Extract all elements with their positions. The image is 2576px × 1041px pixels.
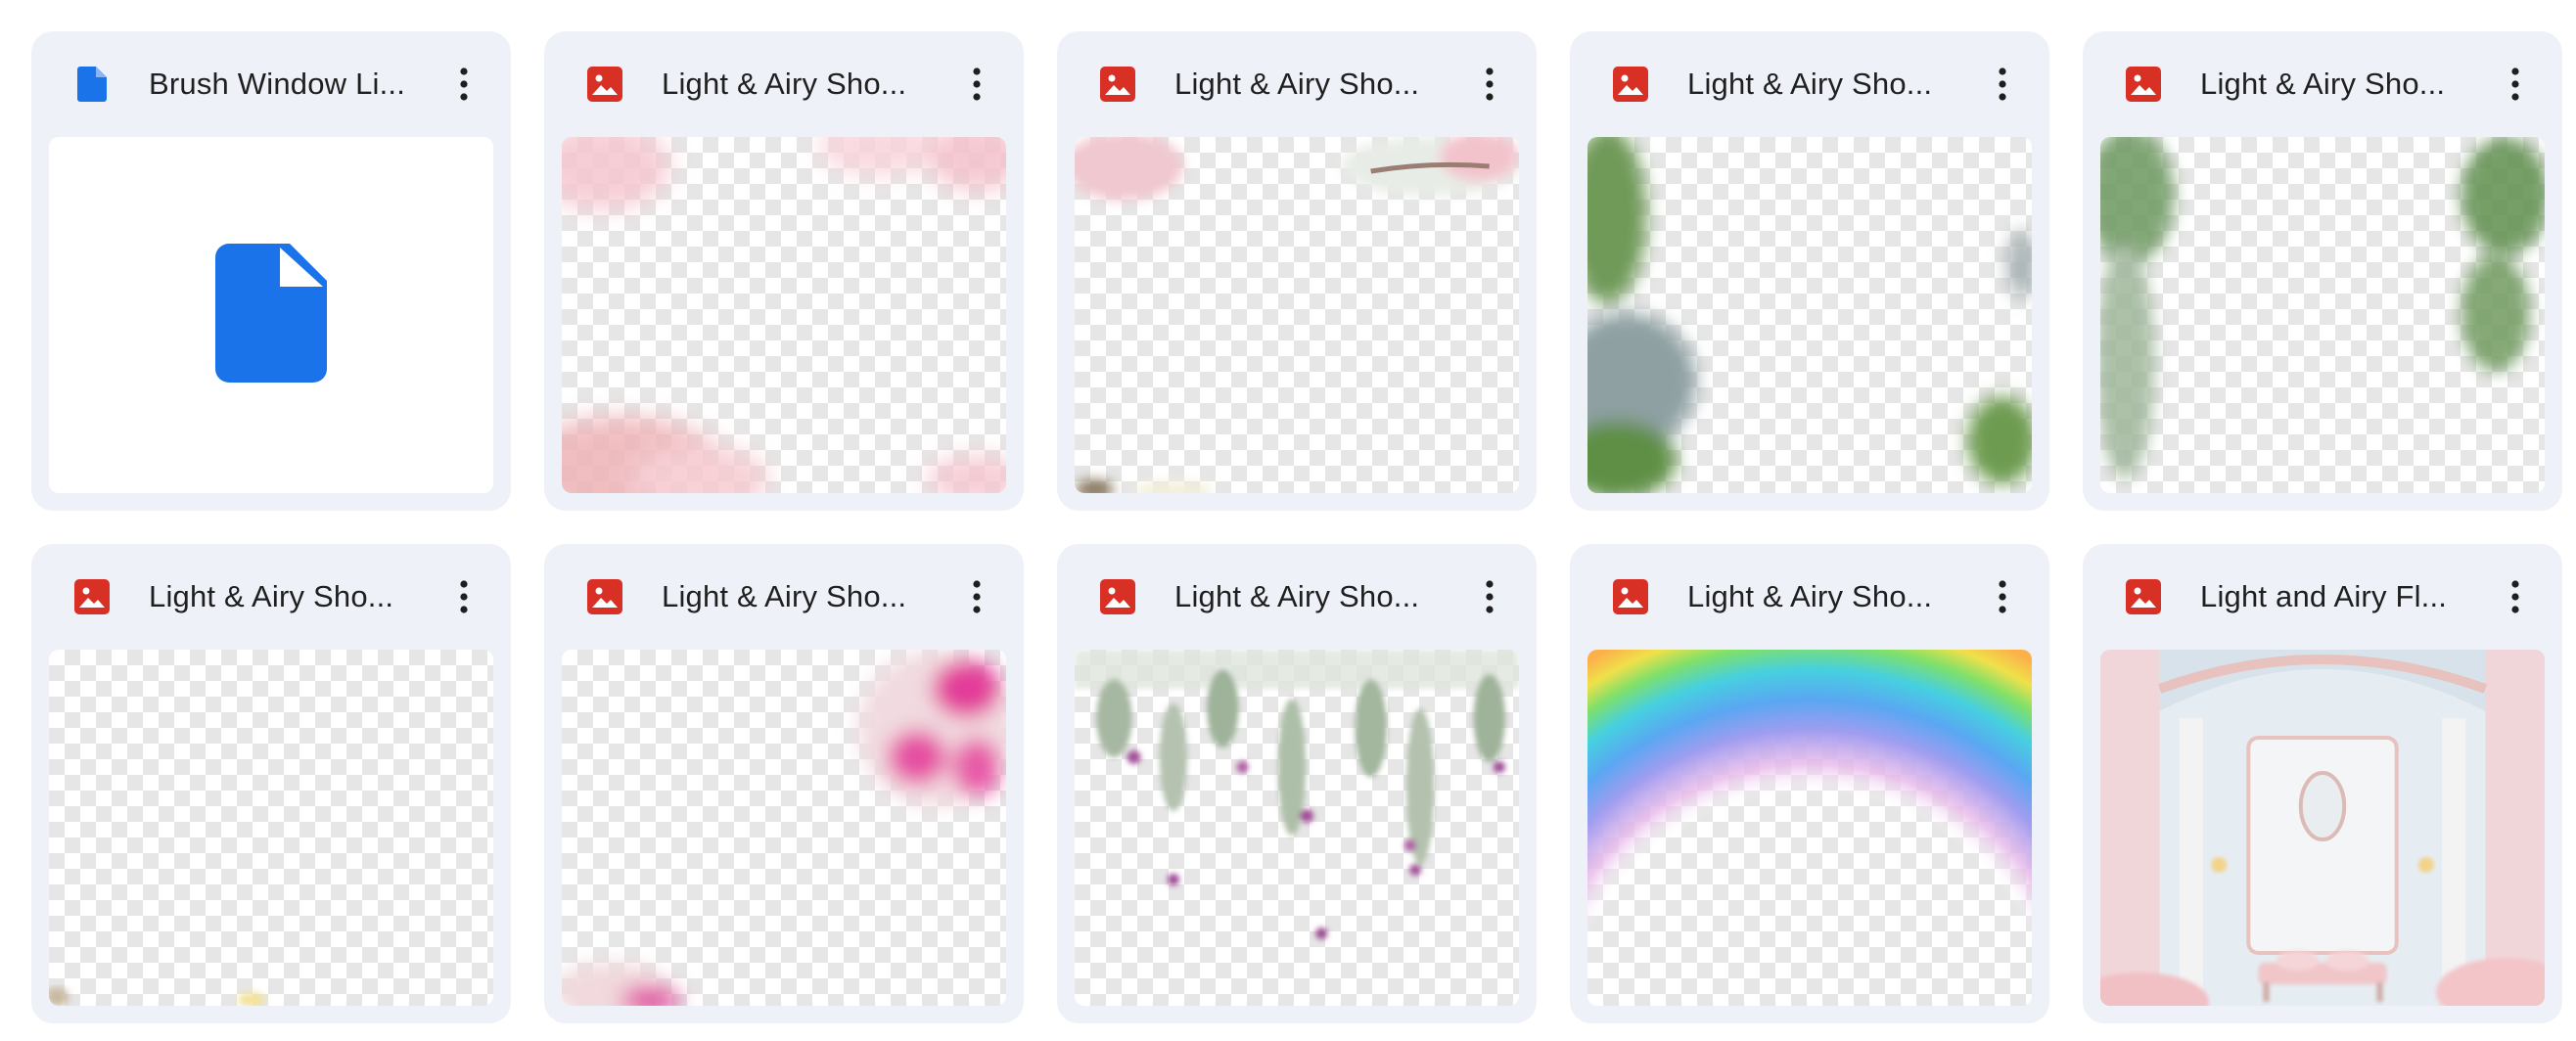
file-card-header: Light & Airy Sho... (1587, 544, 2032, 650)
file-card-header: Light & Airy Sho... (2100, 31, 2545, 137)
file-card[interactable]: Light & Airy Sho... (544, 544, 1024, 1023)
image-file-icon (2126, 67, 2161, 102)
file-card-header: Light & Airy Sho... (562, 544, 1006, 650)
file-card[interactable]: Light & Airy Sho... (1570, 31, 2049, 511)
file-title: Brush Window Li... (149, 67, 406, 101)
transparent-overlay-image (49, 987, 265, 1006)
file-thumbnail[interactable] (2100, 137, 2545, 493)
document-icon (215, 243, 327, 387)
file-card[interactable]: Brush Window Li... (31, 31, 511, 511)
more-vert-icon[interactable] (438, 59, 489, 110)
file-card-header: Brush Window Li... (49, 31, 493, 137)
more-vert-icon[interactable] (1977, 571, 2028, 622)
google-docs-icon (74, 67, 110, 102)
file-title: Light & Airy Sho... (662, 579, 907, 613)
file-card[interactable]: Light and Airy Fl... (2083, 544, 2562, 1023)
file-thumbnail[interactable] (1075, 650, 1519, 1006)
image-file-icon (1613, 579, 1648, 614)
file-card-header: Light & Airy Sho... (1075, 31, 1519, 137)
file-thumbnail[interactable] (1587, 137, 2032, 493)
more-vert-icon[interactable] (1464, 571, 1515, 622)
image-file-icon (587, 67, 622, 102)
rainbow-image (1587, 650, 2032, 1006)
image-file-icon (1100, 579, 1135, 614)
green-leaves-image (1587, 137, 2032, 493)
image-file-icon (74, 579, 110, 614)
blossom-branch-image (1075, 137, 1519, 493)
file-title: Light & Airy Sho... (1687, 67, 1933, 101)
file-thumbnail[interactable] (562, 650, 1006, 1006)
image-file-icon (587, 579, 622, 614)
file-thumbnail[interactable] (2100, 650, 2545, 1006)
green-vines-image (2100, 137, 2545, 479)
wisteria-image (1075, 650, 1519, 939)
magenta-flower-image (562, 650, 1006, 1006)
file-thumbnail[interactable] (562, 137, 1006, 493)
pink-blossom-image (562, 137, 1006, 493)
more-vert-icon[interactable] (1464, 59, 1515, 110)
file-thumbnail[interactable] (1075, 137, 1519, 493)
image-file-icon (2126, 579, 2161, 614)
image-file-icon (1613, 67, 1648, 102)
file-thumbnail[interactable] (49, 650, 493, 1006)
file-title: Light & Airy Sho... (149, 579, 394, 613)
file-card-header: Light & Airy Sho... (1587, 31, 2032, 137)
file-grid: Brush Window Li... Light & Airy Sho... L… (31, 31, 2562, 1023)
more-vert-icon[interactable] (951, 59, 1002, 110)
file-card[interactable]: Light & Airy Sho... (1570, 544, 2049, 1023)
more-vert-icon[interactable] (951, 571, 1002, 622)
file-card-header: Light & Airy Sho... (562, 31, 1006, 137)
pastel-room-image (2100, 650, 2545, 1006)
file-card[interactable]: Light & Airy Sho... (1057, 31, 1537, 511)
more-vert-icon[interactable] (1977, 59, 2028, 110)
file-title: Light & Airy Sho... (2200, 67, 2446, 101)
file-thumbnail[interactable] (49, 137, 493, 493)
file-thumbnail[interactable] (1587, 650, 2032, 1006)
file-card-header: Light & Airy Sho... (1075, 544, 1519, 650)
file-card-header: Light & Airy Sho... (49, 544, 493, 650)
file-title: Light & Airy Sho... (1174, 579, 1420, 613)
more-vert-icon[interactable] (2490, 571, 2541, 622)
file-title: Light & Airy Sho... (662, 67, 907, 101)
file-card[interactable]: Light & Airy Sho... (544, 31, 1024, 511)
file-title: Light & Airy Sho... (1174, 67, 1420, 101)
file-card[interactable]: Light & Airy Sho... (1057, 544, 1537, 1023)
image-file-icon (1100, 67, 1135, 102)
file-card[interactable]: Light & Airy Sho... (31, 544, 511, 1023)
file-title: Light and Airy Fl... (2200, 579, 2448, 613)
file-card[interactable]: Light & Airy Sho... (2083, 31, 2562, 511)
file-card-header: Light and Airy Fl... (2100, 544, 2545, 650)
more-vert-icon[interactable] (438, 571, 489, 622)
more-vert-icon[interactable] (2490, 59, 2541, 110)
file-title: Light & Airy Sho... (1687, 579, 1933, 613)
